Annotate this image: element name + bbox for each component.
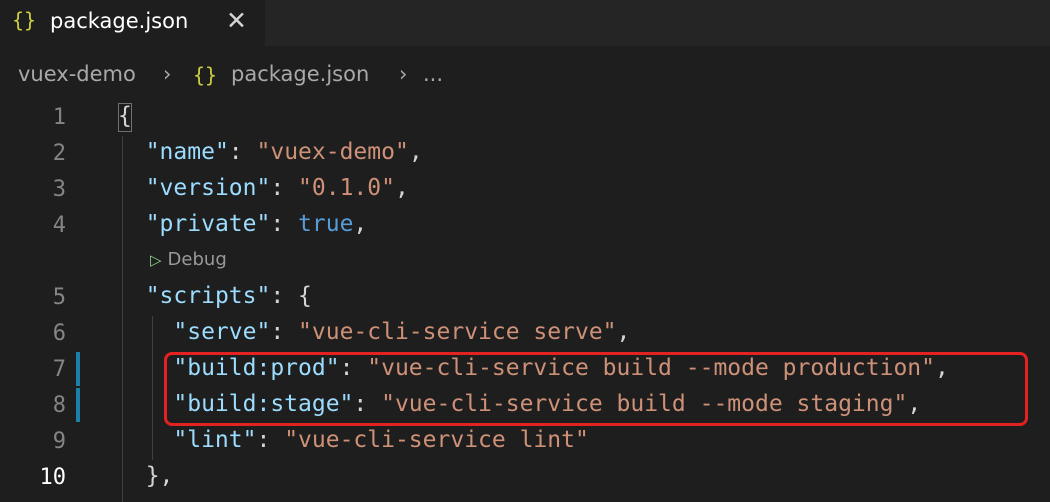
line-number: 3 [52, 177, 66, 202]
line-number: 7 [52, 357, 66, 382]
modified-line-marker [76, 388, 80, 422]
highlight-annotation-box [164, 352, 1028, 426]
json-key: "lint" [173, 427, 257, 453]
play-icon: ▷ [150, 251, 162, 269]
tab-bar: {} package.json ✕ [0, 0, 1050, 46]
breadcrumb-folder[interactable]: vuex-demo [18, 62, 136, 86]
json-value: "vue-cli-service lint" [284, 427, 589, 453]
tab-label: package.json [50, 9, 189, 33]
json-key: "name" [145, 139, 229, 165]
line-number: 6 [52, 321, 66, 346]
json-value: "0.1.0" [298, 175, 395, 201]
chevron-right-icon: › [163, 62, 172, 86]
line-number: 1 [52, 105, 66, 130]
line-number: 5 [52, 285, 66, 310]
line-number: 4 [52, 213, 66, 238]
close-icon[interactable]: ✕ [226, 6, 247, 35]
json-key: "private" [145, 211, 271, 237]
code-editor[interactable]: 1 2 3 4 5 6 7 8 9 10 { "name": "vuex-dem… [0, 100, 1050, 502]
code-line: "serve": "vue-cli-service serve", [173, 319, 631, 345]
line-number: 9 [52, 429, 66, 454]
codelens-label: Debug [167, 249, 227, 270]
json-value: { [298, 283, 312, 309]
modified-line-marker [76, 352, 80, 386]
line-number-active: 10 [39, 465, 67, 490]
json-value: true [298, 211, 354, 237]
json-file-icon: {} [12, 8, 37, 32]
code-line: "scripts": { [145, 283, 312, 309]
line-number: 8 [52, 393, 66, 418]
json-key: "serve" [173, 319, 271, 345]
tab-package-json[interactable]: {} package.json ✕ [0, 0, 265, 46]
code-line: "lint": "vue-cli-service lint" [173, 427, 589, 453]
code-line: { [118, 103, 132, 129]
chevron-right-icon: › [399, 62, 408, 86]
breadcrumb: vuex-demo › {} package.json › ... [0, 62, 1050, 98]
json-value: "vuex-demo" [256, 139, 409, 165]
code-line: "name": "vuex-demo", [145, 139, 423, 165]
codelens-debug[interactable]: ▷ Debug [150, 249, 227, 270]
code-line: "private": true, [145, 211, 368, 237]
breadcrumb-more[interactable]: ... [423, 62, 443, 86]
json-file-icon: {} [193, 63, 218, 87]
code-line: "version": "0.1.0", [145, 175, 409, 201]
breadcrumb-file[interactable]: package.json [231, 62, 369, 86]
code-line: }, [145, 463, 174, 489]
json-key: "version" [145, 175, 271, 201]
line-number: 2 [52, 141, 66, 166]
json-key: "scripts" [145, 283, 271, 309]
json-value: "vue-cli-service serve" [298, 319, 617, 345]
